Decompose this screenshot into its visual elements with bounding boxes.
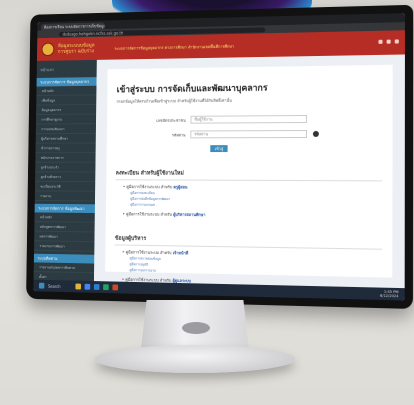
username-row: เลขบัตรประชาชน ชื่อผู้ใช้งาน bbox=[154, 114, 383, 124]
edge-icon[interactable] bbox=[93, 283, 100, 290]
guide-item-link[interactable]: ผู้บริหารสถานศึกษา bbox=[173, 212, 205, 217]
taskbar-clock: 1:45 PM 6/12/2024 bbox=[380, 290, 398, 299]
login-card: เข้าสู่ระบบ การจัดเก็บและพัฒนาบุคลากร กร… bbox=[105, 64, 393, 283]
show-password-icon[interactable] bbox=[312, 130, 319, 137]
username-label: เลขบัตรประชาชน bbox=[156, 117, 186, 123]
sidebar-item[interactable]: ลูกจ้างชั่วคราว bbox=[35, 172, 96, 183]
start-icon[interactable] bbox=[38, 282, 45, 289]
username-input[interactable]: ชื่อผู้ใช้งาน bbox=[190, 114, 308, 124]
sidebar-item[interactable]: พนักงานราชการ bbox=[35, 153, 96, 163]
sidebar-sections: ระบบการจัดการ ข้อมูลบุคลากร หน้าหลัก เพิ่ม… bbox=[33, 77, 97, 282]
brand-line-2: การศูบรา ฉบับร่าง bbox=[57, 48, 94, 55]
page-subtitle: กรอกข้อมูลให้ครบถ้วนเพื่อเข้าสู่ระบบ สำห… bbox=[116, 97, 232, 104]
notification-icon[interactable] bbox=[378, 39, 383, 44]
sidebar-item[interactable]: ข้อมูลบุคลากร bbox=[36, 104, 97, 116]
screen: ห้องการเรียน ระบบจัดการการเก็บข้อมูล dsd… bbox=[33, 13, 405, 301]
sidebar-item[interactable]: รายงานการพัฒนา bbox=[34, 241, 95, 252]
taskbar-search[interactable]: Search bbox=[48, 283, 72, 288]
section-admin-title: ข้อมูลผู้บริหาร bbox=[114, 234, 383, 250]
excel-icon[interactable] bbox=[103, 284, 109, 291]
sidebar-item[interactable]: การอบรมสัมมนา bbox=[35, 124, 96, 135]
site-brand: ห้อมูลระบบบข้อมูล การศูบรา ฉบับร่าง bbox=[58, 43, 100, 55]
sidebar-item[interactable]: ทะเบียนประวัติ bbox=[34, 181, 96, 192]
login-button[interactable]: เข้าสู่ระบบ bbox=[210, 145, 228, 158]
header-marquee: ระบบการจัดการข้อมูลบุคลากร ทางการศึกษา ส… bbox=[114, 43, 235, 51]
guide-item-head: คู่มือการใช้งานระบบ สำหรับ bbox=[126, 184, 173, 190]
password-row: รหัสผ่าน รหัสผ่าน bbox=[153, 129, 382, 139]
user-icon[interactable] bbox=[386, 39, 391, 44]
clock-date: 6/12/2024 bbox=[380, 293, 399, 299]
guide-item-link[interactable]: เจ้าหน้าที่ bbox=[173, 250, 189, 255]
main-content: เข้าสู่ระบบ การจัดเก็บและพัฒนาบุคลากร กร… bbox=[93, 54, 405, 289]
password-input[interactable]: รหัสผ่าน bbox=[190, 129, 307, 139]
guide-item-head: คู่มือการใช้งานระบบ สำหรับ bbox=[125, 249, 172, 256]
sidebar-item[interactable]: รายงาน bbox=[34, 191, 96, 202]
file-explorer-icon[interactable] bbox=[75, 283, 81, 290]
guide-list-item: • คู่มือการใช้งานระบบ สำหรับ ผู้บริหารสถ… bbox=[122, 211, 206, 218]
menu-icon[interactable] bbox=[394, 39, 399, 44]
password-label: รหัสผ่าน bbox=[171, 131, 186, 137]
powerpoint-icon[interactable] bbox=[112, 284, 119, 291]
guide-item-head: คู่มือการใช้งานระบบ สำหรับ bbox=[126, 211, 172, 217]
sidebar-item[interactable]: การศึกษาดูงาน bbox=[35, 114, 97, 125]
guide-item-link[interactable]: ครูผู้สอน bbox=[173, 184, 187, 189]
stand-cable-hole bbox=[182, 322, 210, 334]
section-register-title: ลงทะเบียน สำหรับผู้ใช้งานใหม่ bbox=[115, 169, 383, 182]
sidebar-home[interactable]: หน้าแรก bbox=[37, 64, 97, 75]
guide-sublink[interactable]: คู่มือการรายงานผล bbox=[130, 203, 382, 210]
page-title: เข้าสู่ระบบ การจัดเก็บและพัฒนาบุคลากร bbox=[116, 83, 268, 96]
sidebar-item[interactable]: ลูกจ้างประจำ bbox=[35, 162, 96, 173]
login-form: เลขบัตรประชาชน ชื่อผู้ใช้งาน รหัสผ่าน รห… bbox=[153, 114, 383, 158]
page-body: หน้าแรก ระบบการจัดการ ข้อมูลบุคลากร หน้าห… bbox=[33, 54, 405, 289]
chrome-icon[interactable] bbox=[84, 283, 91, 290]
sidebar-item[interactable]: เพิ่มข้อมูล bbox=[36, 95, 97, 106]
sidebar-item[interactable]: ผู้บริหารสถานศึกษา bbox=[35, 133, 96, 144]
header-icons bbox=[378, 39, 399, 44]
sidebar: หน้าแรก ระบบการจัดการ ข้อมูลบุคลากร หน้าห… bbox=[33, 59, 97, 282]
section-register-list: • คู่มือการใช้งานระบบ สำหรับ ครูผู้สอน คู… bbox=[115, 183, 382, 220]
monitor: ห้องการเรียน ระบบจัดการการเก็บข้อมูล dsd… bbox=[26, 4, 414, 309]
site-logo-icon bbox=[41, 42, 55, 57]
monitor-stand-foot bbox=[95, 345, 295, 373]
sidebar-item[interactable]: ข้าราชการครู bbox=[35, 143, 96, 154]
